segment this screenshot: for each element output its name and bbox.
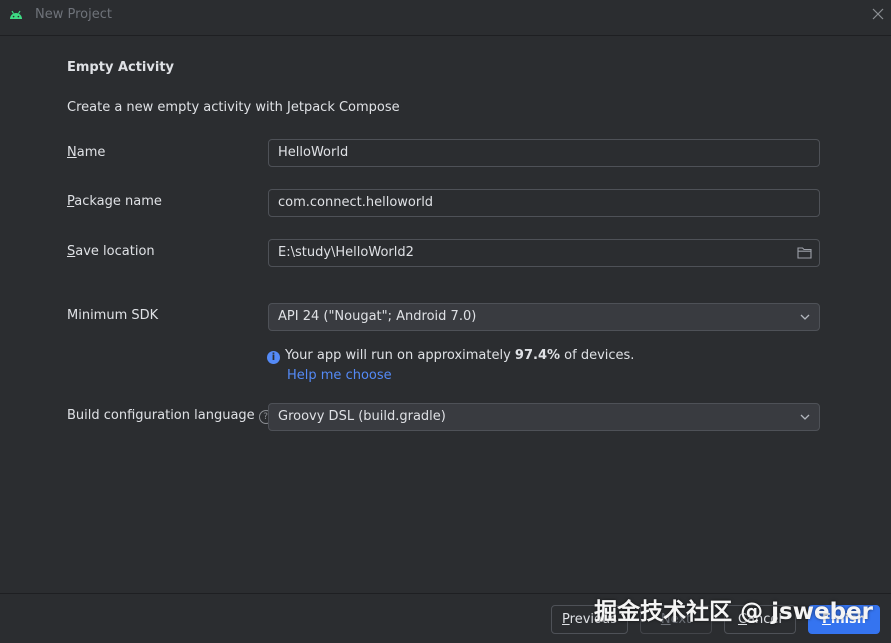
build-language-text: Build configuration language [67,408,255,423]
title-bar: New Project [0,0,891,36]
build-language-label: Build configuration language? [67,408,273,424]
folder-icon[interactable] [797,246,812,259]
build-language-value: Groovy DSL (build.gradle) [278,409,446,424]
minimum-sdk-value: API 24 ("Nougat"; Android 7.0) [278,309,477,324]
package-name-field[interactable]: com.connect.helloworld [268,189,820,217]
name-label: Name [67,145,105,160]
android-icon [10,10,22,19]
page-title: Empty Activity [67,60,175,75]
chevron-down-icon [800,314,810,320]
save-location-field[interactable]: E:\study\HelloWorld2 [268,239,820,267]
name-field[interactable]: HelloWorld [268,139,820,167]
name-field-value: HelloWorld [278,145,349,160]
info-prefix: Your app will run on approximately [285,348,515,363]
new-project-dialog: New Project Empty Activity Create a new … [0,0,891,643]
package-name-label: Package name [67,194,162,209]
watermark: 掘金技术社区 @ jsweber [594,599,873,625]
save-label-text: ave location [75,244,155,259]
device-coverage-info: i Your app will run on approximately 97.4… [267,348,634,364]
info-percent: 97.4% [514,348,561,363]
info-icon: i [267,351,280,364]
package-name-value: com.connect.helloworld [278,195,434,210]
build-language-select[interactable]: Groovy DSL (build.gradle) [268,403,820,431]
save-location-value: E:\study\HelloWorld2 [278,245,414,260]
package-label-text: ackage name [74,194,162,209]
minimum-sdk-select[interactable]: API 24 ("Nougat"; Android 7.0) [268,303,820,331]
help-me-choose-link[interactable]: Help me choose [287,368,392,383]
chevron-down-icon [800,414,810,420]
page-description: Create a new empty activity with Jetpack… [67,100,400,115]
save-location-label: Save location [67,244,155,259]
name-label-text: ame [76,145,106,160]
minimum-sdk-label: Minimum SDK [67,308,159,323]
name-label-mnemonic: N [67,145,77,160]
previous-mnemonic: P [562,612,570,627]
window-title: New Project [35,7,112,22]
info-suffix: of devices. [560,348,635,363]
close-icon[interactable] [871,7,885,21]
